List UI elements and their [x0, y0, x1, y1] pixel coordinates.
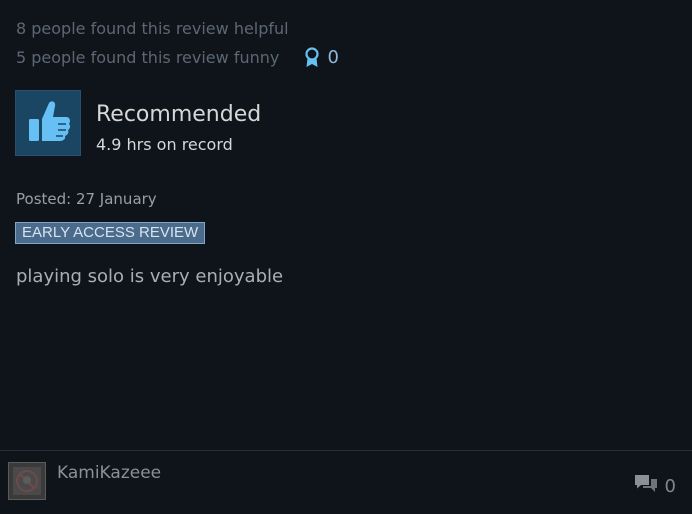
- review-page: 8 people found this review helpful 5 peo…: [0, 0, 692, 514]
- recommendation-text: Recommended 4.9 hrs on record: [96, 90, 261, 156]
- hours-on-record: 4.9 hrs on record: [96, 135, 233, 154]
- thumbs-up-icon[interactable]: [15, 90, 81, 156]
- award-count: 0: [327, 47, 339, 68]
- author-name[interactable]: KamiKazeee: [57, 462, 161, 484]
- award-button[interactable]: 0: [304, 43, 339, 72]
- helpful-count: 8 people found this review helpful: [16, 19, 289, 38]
- funny-row: 5 people found this review funny 0: [16, 43, 339, 73]
- divider: [0, 450, 692, 451]
- comment-count: 0: [664, 475, 676, 497]
- avatar[interactable]: [8, 462, 46, 500]
- author-block: KamiKazeee: [8, 462, 161, 500]
- review-stats: 8 people found this review helpful 5 peo…: [16, 14, 339, 73]
- recommendation-title[interactable]: Recommended: [96, 102, 261, 128]
- comments-button[interactable]: 0: [633, 473, 676, 499]
- recommendation-block: Recommended 4.9 hrs on record: [15, 90, 261, 156]
- posted-date: Posted: 27 January: [16, 190, 157, 208]
- funny-count: 5 people found this review funny: [16, 48, 280, 67]
- award-icon: [304, 46, 320, 69]
- early-access-badge: EARLY ACCESS REVIEW: [15, 222, 206, 244]
- review-body: playing solo is very enjoyable: [16, 266, 284, 287]
- comment-icon: [633, 473, 659, 499]
